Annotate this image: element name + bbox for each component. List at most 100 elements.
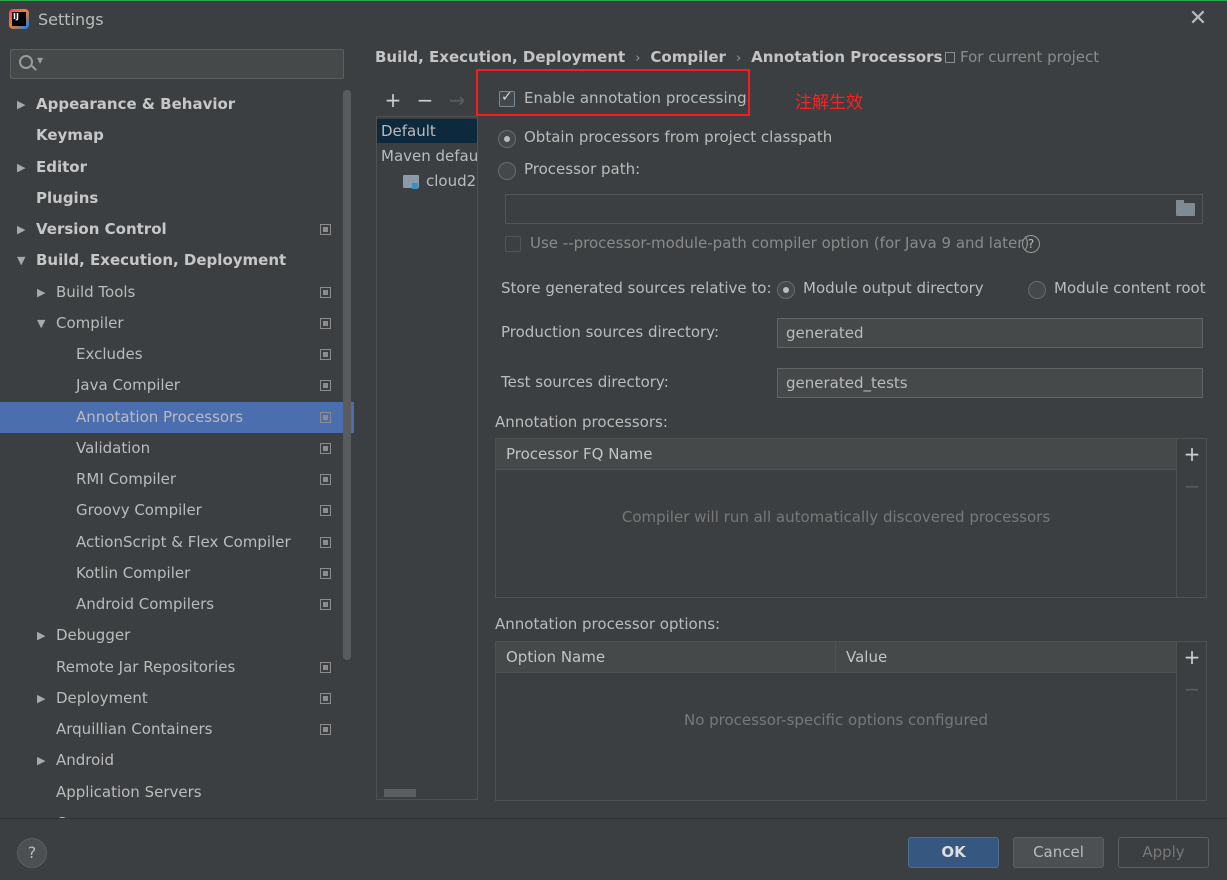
sidebar-item-cut-off[interactable]: C... (0, 808, 340, 818)
sidebar-item-editor[interactable]: ▶ Editor (0, 152, 340, 183)
profile-item-default[interactable]: Default (377, 119, 477, 143)
sidebar-item-deployment[interactable]: ▶ Deployment (0, 683, 340, 714)
add-processor-button[interactable]: + (1181, 442, 1203, 466)
profile-item-module[interactable]: cloud2020 (377, 169, 477, 193)
module-content-root-radio[interactable] (1028, 281, 1046, 299)
cancel-button[interactable]: Cancel (1013, 837, 1104, 868)
module-content-root-label[interactable]: Module content root (1054, 279, 1206, 297)
project-scope-icon (320, 599, 331, 610)
chevron-right-icon[interactable]: ▶ (37, 683, 45, 714)
sidebar-item-label: Editor (36, 158, 87, 176)
module-path-checkbox[interactable] (505, 236, 521, 252)
test-sources-field[interactable] (777, 368, 1203, 398)
column-processor-fq-name[interactable]: Processor FQ Name (496, 439, 652, 470)
remove-option-button[interactable]: − (1181, 677, 1203, 701)
breadcrumb-separator: › (635, 51, 641, 66)
sidebar-item-annotation-processors[interactable]: Annotation Processors (0, 402, 354, 433)
options-table: Option Name Value No processor-specific … (495, 641, 1207, 801)
obtain-from-classpath-label[interactable]: Obtain processors from project classpath (524, 128, 832, 146)
chevron-right-icon[interactable]: ▶ (37, 745, 45, 776)
production-sources-field[interactable] (777, 318, 1203, 348)
table-header: Option Name Value (496, 642, 1176, 673)
column-option-name[interactable]: Option Name (496, 642, 836, 673)
remove-processor-button[interactable]: − (1181, 474, 1203, 498)
empty-table-message: Compiler will run all automatically disc… (621, 508, 1051, 526)
sidebar-item-kotlin-compiler[interactable]: Kotlin Compiler (0, 558, 340, 589)
processor-path-field[interactable] (505, 194, 1203, 224)
sidebar-item-label: Validation (76, 439, 151, 457)
sidebar-item-plugins[interactable]: Plugins (0, 183, 340, 214)
sidebar-item-build-tools[interactable]: ▶ Build Tools (0, 277, 340, 308)
chevron-down-icon: ▼ (37, 56, 44, 65)
module-output-label[interactable]: Module output directory (803, 279, 984, 297)
sidebar-item-arquillian-containers[interactable]: Arquillian Containers (0, 714, 340, 745)
options-table-toolbar: + − (1176, 642, 1206, 800)
sidebar-item-version-control[interactable]: ▶ Version Control (0, 214, 340, 245)
sidebar-item-label: Debugger (56, 626, 131, 644)
chevron-right-icon[interactable]: ▶ (37, 277, 45, 308)
sidebar-item-java-compiler[interactable]: Java Compiler (0, 370, 340, 401)
chevron-down-icon[interactable]: ▼ (17, 245, 25, 276)
search-icon (19, 55, 33, 69)
sidebar-item-excludes[interactable]: Excludes (0, 339, 340, 370)
add-option-button[interactable]: + (1181, 645, 1203, 669)
sidebar-item-build-execution-deployment[interactable]: ▼ Build, Execution, Deployment (0, 245, 340, 276)
chevron-down-icon[interactable]: ▼ (37, 308, 45, 339)
breadcrumb-item: Build, Execution, Deployment (375, 48, 626, 66)
profile-list-scrollbar[interactable] (384, 789, 416, 797)
sidebar-item-label: RMI Compiler (76, 470, 177, 488)
search-input[interactable] (47, 53, 337, 75)
add-profile-button[interactable]: + (382, 88, 404, 112)
sidebar-item-label: Annotation Processors (76, 408, 244, 426)
search-box[interactable]: ▼ (10, 49, 344, 79)
sidebar-item-label: ActionScript & Flex Compiler (76, 533, 291, 551)
sidebar-item-application-servers[interactable]: Application Servers (0, 777, 340, 808)
sidebar-item-compiler[interactable]: ▼ Compiler (0, 308, 340, 339)
project-scope-icon (320, 537, 331, 548)
apply-button[interactable]: Apply (1118, 837, 1209, 868)
project-scope-icon (320, 318, 331, 329)
help-icon[interactable]: ? (1022, 235, 1040, 253)
chevron-right-icon[interactable]: ▶ (17, 152, 25, 183)
chevron-right-icon[interactable]: ▶ (37, 620, 45, 651)
sidebar-item-label: Keymap (36, 126, 104, 144)
sidebar-item-label: Kotlin Compiler (76, 564, 191, 582)
project-scope-icon (320, 693, 331, 704)
folder-icon[interactable] (1176, 200, 1195, 216)
sidebar-item-label: Deployment (56, 689, 148, 707)
processor-path-radio[interactable] (498, 162, 516, 180)
sidebar-item-keymap[interactable]: Keymap (0, 120, 340, 151)
project-scope-icon (320, 505, 331, 516)
move-profile-button[interactable]: → (446, 88, 468, 112)
sidebar-item-rmi-compiler[interactable]: RMI Compiler (0, 464, 340, 495)
sidebar-item-validation[interactable]: Validation (0, 433, 340, 464)
processor-path-label[interactable]: Processor path: (524, 160, 640, 178)
profile-item-maven-default[interactable]: Maven default (377, 144, 477, 168)
sidebar-item-android[interactable]: ▶ Android (0, 745, 340, 776)
module-output-radio[interactable] (777, 281, 795, 299)
remove-profile-button[interactable]: − (414, 88, 436, 112)
sidebar-item-debugger[interactable]: ▶ Debugger (0, 620, 340, 651)
chevron-right-icon[interactable]: ▶ (17, 89, 25, 120)
processors-table: Processor FQ Name Compiler will run all … (495, 438, 1207, 598)
project-scope-icon (320, 224, 331, 235)
sidebar-item-appearance-behavior[interactable]: ▶ Appearance & Behavior (0, 89, 340, 120)
sidebar-item-actionscript-flex-compiler[interactable]: ActionScript & Flex Compiler (0, 527, 340, 558)
sidebar-item-remote-jar-repositories[interactable]: Remote Jar Repositories (0, 652, 340, 683)
chevron-right-icon[interactable]: ▶ (17, 214, 25, 245)
obtain-from-classpath-radio[interactable] (498, 130, 516, 148)
ok-button[interactable]: OK (908, 837, 999, 868)
test-sources-label: Test sources directory: (501, 373, 669, 391)
sidebar-scrollbar[interactable] (343, 90, 351, 660)
sidebar-item-android-compilers[interactable]: Android Compilers (0, 589, 340, 620)
project-scope-icon (320, 724, 331, 735)
sidebar-item-label: Appearance & Behavior (36, 95, 236, 113)
breadcrumb-separator: › (735, 51, 742, 66)
column-value[interactable]: Value (836, 642, 887, 673)
project-scope-icon (945, 52, 955, 63)
sidebar-item-groovy-compiler[interactable]: Groovy Compiler (0, 495, 340, 526)
help-button[interactable]: ? (17, 838, 47, 868)
close-icon[interactable]: ✕ (1187, 8, 1209, 30)
sidebar-item-label: Groovy Compiler (76, 501, 202, 519)
scope-indicator: For current project (945, 48, 1099, 66)
